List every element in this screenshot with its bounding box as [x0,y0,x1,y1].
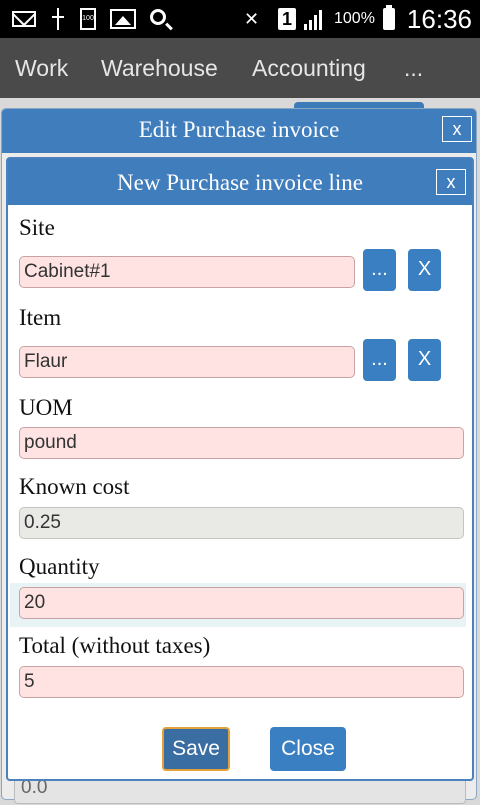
battery-percent: 100% [334,10,375,27]
known-cost-field: 0.25 [19,507,464,539]
item-label: Item [19,305,62,330]
new-invoice-line-dialog: New Purchase invoice line x Site Cabinet… [6,157,474,781]
total-field[interactable]: 5 [19,666,464,698]
site-clear-button[interactable]: X [408,249,441,291]
known-cost-label: Known cost [19,474,130,499]
image-icon [110,9,136,29]
item-field[interactable]: Flaur [19,346,355,378]
site-browse-button[interactable]: ... [363,249,396,291]
quantity-field[interactable]: 20 [19,587,464,619]
site-label: Site [19,215,55,240]
status-bar: 100 ✕ 1 100% 16:36 [0,0,480,38]
battery-icon [382,5,395,30]
menu-item-warehouse[interactable]: Warehouse [101,55,218,82]
item-clear-button[interactable]: X [408,339,441,381]
outer-close-button[interactable]: x [442,116,472,142]
battery-100-icon: 100 [80,8,96,30]
search-icon [150,9,166,25]
sim-icon: 1 [278,8,296,30]
dialog-title: New Purchase invoice line [8,159,472,205]
menu-item-more[interactable]: ... [404,55,423,82]
outer-dialog-title: Edit Purchase invoice [2,109,476,153]
mute-icon: ✕ [244,9,260,29]
signal-icon [304,8,326,30]
close-button[interactable]: Close [270,727,346,771]
site-field[interactable]: Cabinet#1 [19,256,355,288]
clock: 16:36 [406,3,472,34]
mail-icon [12,11,36,27]
menu-item-accounting[interactable]: Accounting [252,55,366,82]
uom-field[interactable]: pound [19,427,464,459]
uom-label: UOM [19,395,73,420]
usb-icon [50,8,66,30]
total-label: Total (without taxes) [19,633,211,658]
quantity-label: Quantity [19,554,100,579]
item-browse-button[interactable]: ... [363,339,396,381]
app-menu-bar: Work Warehouse Accounting ... [0,38,480,98]
save-button[interactable]: Save [162,727,230,771]
dialog-close-button[interactable]: x [436,169,466,195]
menu-item-work[interactable]: Work [15,55,68,82]
